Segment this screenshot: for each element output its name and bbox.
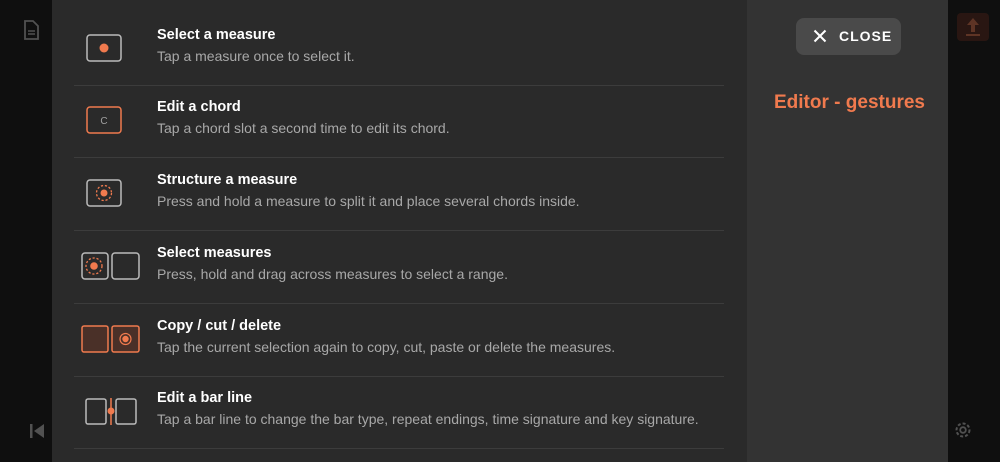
edit-bar-line-icon — [85, 398, 137, 425]
gesture-description: Tap a chord slot a second time to edit i… — [157, 120, 450, 136]
gesture-list: Select a measure Tap a measure once to s… — [52, 0, 747, 462]
document-icon — [24, 20, 39, 40]
copy-cut-delete-icon — [81, 325, 140, 353]
gesture-description: Press and hold a measure to split it and… — [157, 193, 580, 209]
edit-chord-icon: C — [86, 106, 122, 134]
gesture-row-edit-chord: C Edit a chord Tap a chord slot a second… — [74, 86, 724, 158]
gesture-title: Select measures — [157, 245, 272, 261]
upload-icon — [957, 13, 989, 41]
gesture-title: Copy / cut / delete — [157, 318, 282, 334]
gesture-row-structure-measure: Structure a measure Press and hold a mea… — [74, 159, 724, 231]
close-icon — [813, 29, 827, 43]
gesture-title: Select a measure — [157, 27, 276, 43]
settings-gear-icon — [955, 422, 971, 438]
gesture-row-edit-bar-line: Edit a bar line Tap a bar line to change… — [74, 377, 724, 449]
panel-sidebar — [747, 0, 948, 462]
divider — [74, 303, 724, 304]
skip-back-icon — [30, 424, 44, 438]
panel-title: Editor - gestures — [774, 92, 925, 113]
gesture-row-select-measures: Select measures Press, hold and drag acr… — [74, 232, 724, 304]
chord-glyph: C — [100, 116, 107, 127]
gesture-description: Tap the current selection again to copy,… — [157, 339, 616, 355]
background-right-strip — [948, 0, 1000, 462]
gesture-title: Edit a chord — [157, 99, 241, 115]
gestures-help-panel: Select a measure Tap a measure once to s… — [52, 0, 948, 462]
select-measures-icon — [81, 252, 140, 280]
select-measure-icon — [86, 34, 122, 62]
divider — [74, 230, 724, 231]
gesture-description: Press, hold and drag across measures to … — [157, 266, 508, 282]
gesture-title: Structure a measure — [157, 172, 298, 188]
structure-measure-icon — [86, 179, 122, 207]
gesture-row-copy-cut-delete: Copy / cut / delete Tap the current sele… — [74, 305, 724, 377]
divider — [74, 157, 724, 158]
gesture-description: Tap a bar line to change the bar type, r… — [157, 411, 699, 427]
background-left-strip — [0, 0, 52, 462]
gesture-title: Edit a bar line — [157, 390, 253, 406]
divider — [74, 448, 724, 449]
gesture-row-select-measure: Select a measure Tap a measure once to s… — [74, 14, 724, 86]
close-button[interactable]: CLOSE — [796, 18, 901, 55]
gesture-description: Tap a measure once to select it. — [157, 48, 355, 64]
close-button-label: CLOSE — [839, 28, 893, 44]
